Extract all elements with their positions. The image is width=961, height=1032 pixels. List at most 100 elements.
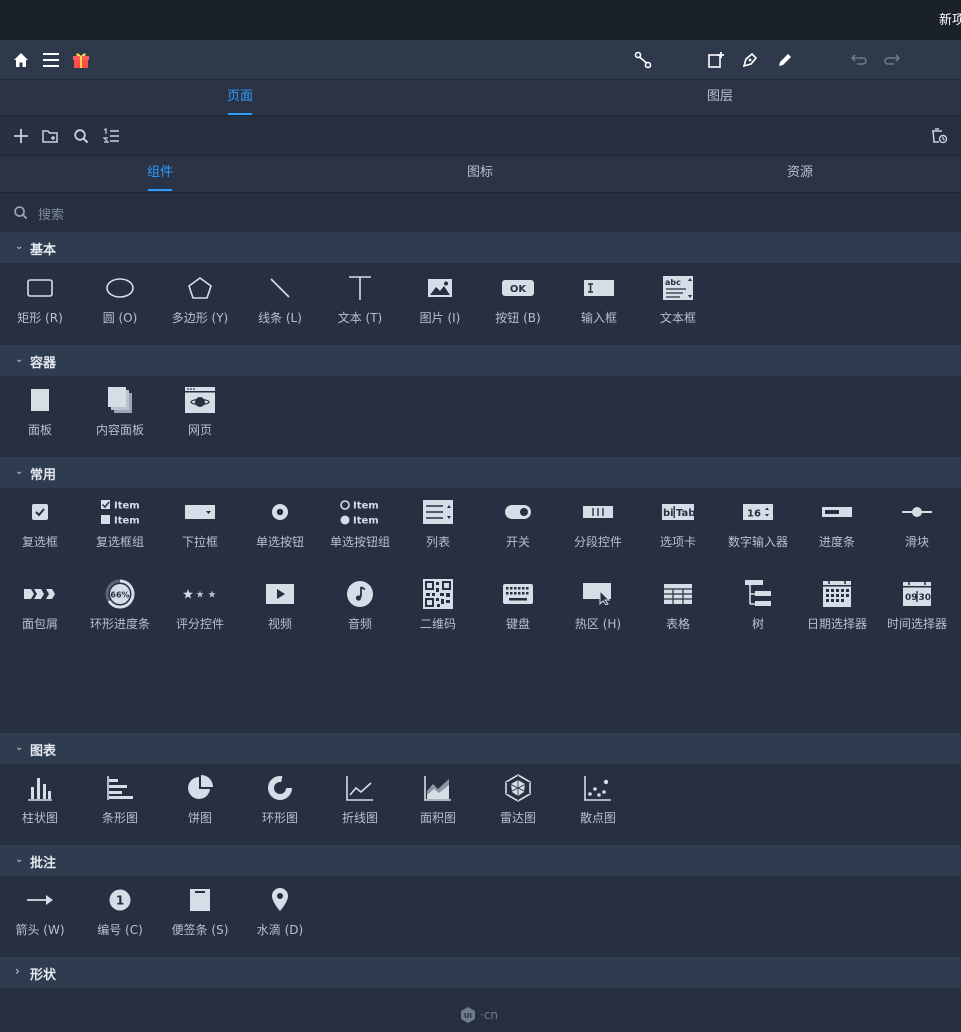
component-segmented[interactable]: 分段控件: [558, 497, 638, 550]
watermark: UI ·cn: [459, 1006, 498, 1024]
panel-icon: [0, 385, 80, 415]
component-label: 散点图: [579, 811, 616, 825]
component-polygon[interactable]: 多边形 (Y): [160, 273, 240, 326]
undo-icon[interactable]: [847, 49, 869, 71]
pen-icon[interactable]: [739, 49, 761, 71]
search-bar[interactable]: 搜索: [0, 193, 961, 231]
component-switch[interactable]: 开关: [478, 497, 558, 550]
component-label: 线条 (L): [258, 311, 302, 325]
toggle-icon: [478, 497, 558, 527]
component-list[interactable]: 列表: [398, 497, 478, 550]
add-icon[interactable]: [10, 125, 32, 147]
component-webpage[interactable]: 网页: [160, 385, 240, 438]
component-scatter-chart[interactable]: 散点图: [558, 773, 638, 826]
component-panel[interactable]: 面板: [0, 385, 80, 438]
component-button[interactable]: OK 按钮 (B): [478, 273, 558, 326]
component-rectangle[interactable]: 矩形 (R): [0, 273, 80, 326]
component-circle[interactable]: 圆 (O): [80, 273, 160, 326]
component-tabs[interactable]: bi Tab 选项卡: [638, 497, 718, 550]
tab-icons[interactable]: 图标: [440, 156, 520, 192]
clock-picker-icon: 09 30: [877, 579, 957, 609]
component-label: 饼图: [187, 811, 212, 825]
section-label: 图表: [30, 744, 57, 759]
component-tree[interactable]: 树: [718, 579, 798, 632]
progress-bar-icon: [797, 497, 877, 527]
component-label: 键盘: [505, 617, 530, 631]
radar-chart-icon: [478, 773, 558, 803]
sort-icon[interactable]: [100, 125, 122, 147]
component-ring-progress[interactable]: 66% 环形进度条: [80, 579, 160, 632]
search-icon[interactable]: [70, 125, 92, 147]
component-label: 图片 (I): [419, 311, 461, 325]
flow-icon[interactable]: [632, 49, 654, 71]
component-pie-chart[interactable]: 饼图: [160, 773, 240, 826]
component-label: 雷达图: [499, 811, 536, 825]
component-radio[interactable]: 单选按钮: [240, 497, 320, 550]
component-arrow[interactable]: 箭头 (W): [0, 885, 80, 938]
section-header-charts[interactable]: ⌄ 图表: [0, 733, 961, 764]
component-sticky-note[interactable]: 便签条 (S): [160, 885, 240, 938]
component-progress[interactable]: 进度条: [797, 497, 877, 550]
delete-page-icon[interactable]: [928, 125, 950, 147]
component-bar-chart[interactable]: 条形图: [80, 773, 160, 826]
section-header-annotation[interactable]: ⌄ 批注: [0, 845, 961, 876]
component-radar-chart[interactable]: 雷达图: [478, 773, 558, 826]
component-input[interactable]: 输入框: [559, 273, 639, 326]
component-line-chart[interactable]: 折线图: [320, 773, 400, 826]
component-droplet[interactable]: 水滴 (D): [240, 885, 320, 938]
component-slider[interactable]: 滑块: [877, 497, 957, 550]
search-input[interactable]: 搜索: [38, 204, 64, 223]
component-content-panel[interactable]: 内容面板: [80, 385, 160, 438]
tab-layers[interactable]: 图层: [680, 80, 760, 116]
redo-icon[interactable]: [882, 49, 904, 71]
radio-group-icon: Item Item: [320, 497, 400, 527]
menu-icon[interactable]: [40, 49, 62, 71]
pencil-icon[interactable]: [774, 49, 796, 71]
component-rating[interactable]: 评分控件: [160, 579, 240, 632]
component-column-chart[interactable]: 柱状图: [0, 773, 80, 826]
tab-components[interactable]: 组件: [120, 156, 200, 192]
component-video[interactable]: 视频: [240, 579, 320, 632]
component-hotspot[interactable]: 热区 (H): [558, 579, 638, 632]
gift-icon[interactable]: [70, 49, 92, 71]
breadcrumb-icon: [0, 579, 80, 609]
component-breadcrumb[interactable]: 面包屑: [0, 579, 80, 632]
watermark-logo-text: UI: [464, 1012, 472, 1020]
component-label: 便签条 (S): [171, 923, 229, 937]
component-date-picker[interactable]: 日期选择器: [797, 579, 877, 632]
image-icon: [400, 273, 480, 303]
component-line[interactable]: 线条 (L): [240, 273, 320, 326]
section-header-container[interactable]: ⌄ 容器: [0, 345, 961, 376]
component-textarea[interactable]: abc 文本框: [638, 273, 718, 326]
dropdown-icon: [160, 497, 240, 527]
section-header-shape[interactable]: › 形状: [0, 957, 961, 988]
component-checkbox-group[interactable]: Item Item 复选框组: [80, 497, 160, 550]
component-qrcode[interactable]: 二维码: [398, 579, 478, 632]
checkbox-group-icon-text-1: Item: [114, 501, 140, 512]
component-marker[interactable]: 1 编号 (C): [80, 885, 160, 938]
component-area-chart[interactable]: 面积图: [398, 773, 478, 826]
component-dropdown[interactable]: 下拉框: [160, 497, 240, 550]
section-header-basic[interactable]: ⌄ 基本: [0, 232, 961, 263]
tab-pages[interactable]: 页面: [200, 80, 280, 116]
component-checkbox[interactable]: 复选框: [0, 497, 80, 550]
component-audio[interactable]: 音频: [320, 579, 400, 632]
add-page-icon[interactable]: [705, 49, 727, 71]
home-icon[interactable]: [10, 49, 32, 71]
add-folder-icon[interactable]: [40, 125, 62, 147]
tab-assets[interactable]: 资源: [760, 156, 840, 192]
component-number-input[interactable]: 16 数字输入器: [718, 497, 798, 550]
component-donut-chart[interactable]: 环形图: [240, 773, 320, 826]
video-icon: [240, 579, 320, 609]
component-time-picker[interactable]: 09 30 时间选择器: [877, 579, 957, 632]
checkbox-group-icon-text-2: Item: [114, 516, 140, 527]
component-table[interactable]: 表格: [638, 579, 718, 632]
component-label: 时间选择器: [886, 617, 947, 631]
component-keyboard[interactable]: 键盘: [478, 579, 558, 632]
component-radio-group[interactable]: Item Item 单选按钮组: [320, 497, 400, 550]
component-text[interactable]: 文本 (T): [320, 273, 400, 326]
line-icon: [240, 273, 320, 303]
component-image[interactable]: 图片 (I): [400, 273, 480, 326]
arrow-right-icon: [0, 885, 80, 915]
section-header-common[interactable]: ⌄ 常用: [0, 457, 961, 488]
